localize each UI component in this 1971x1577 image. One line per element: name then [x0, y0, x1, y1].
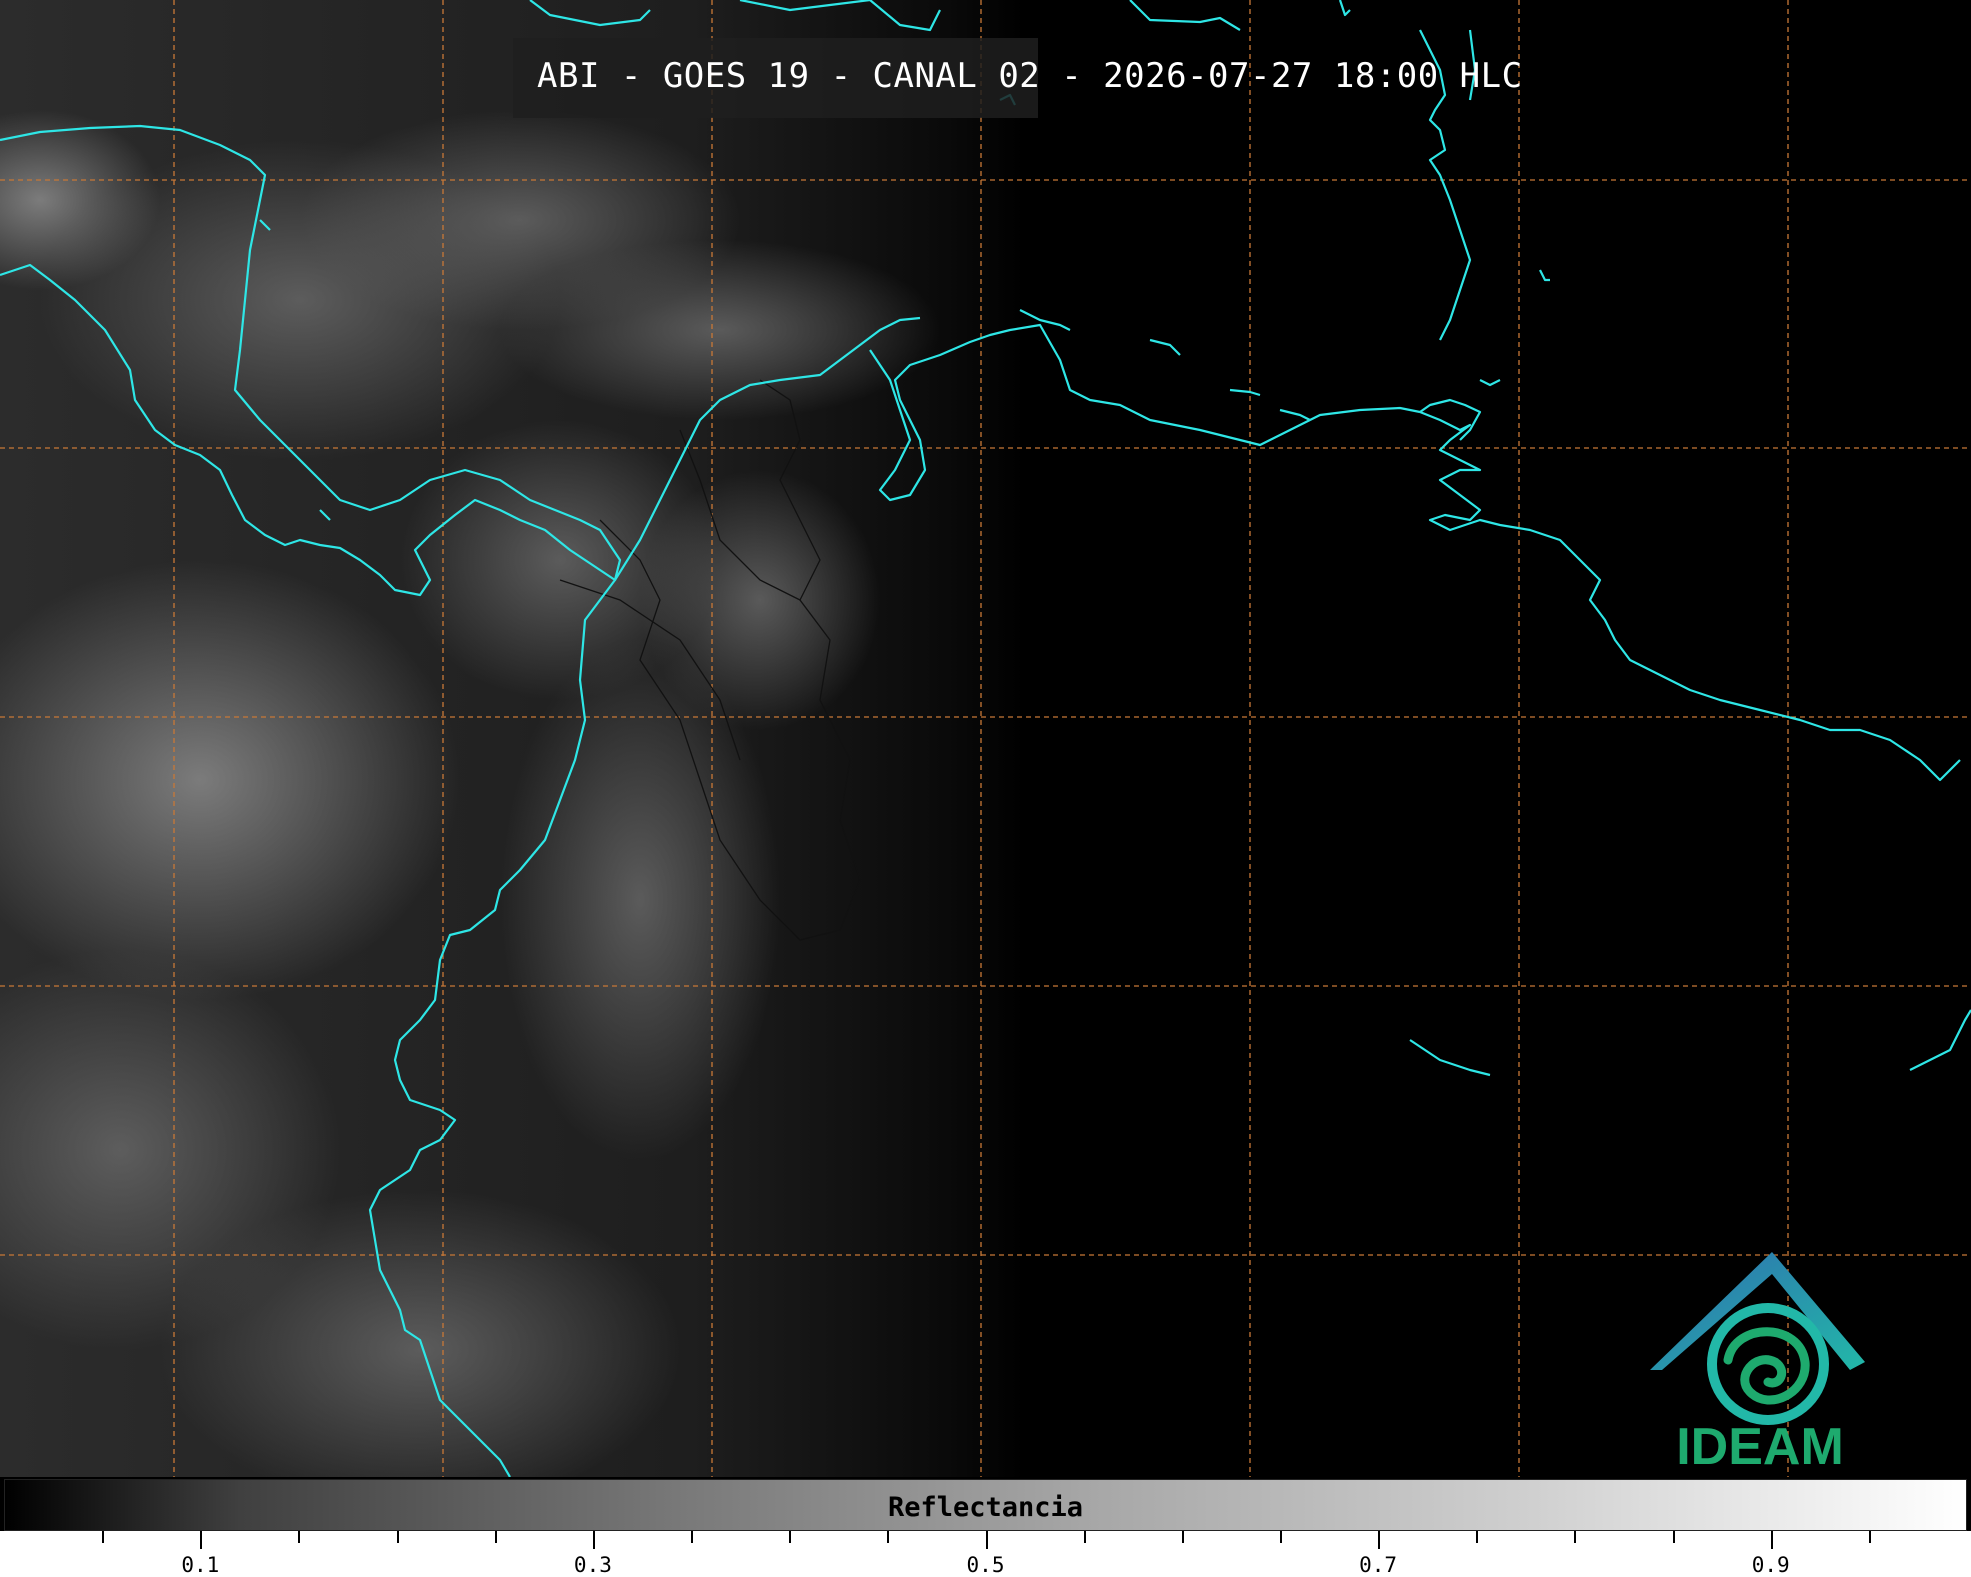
colorbar-minor-tick	[887, 1531, 890, 1543]
colorbar-major-tick	[592, 1531, 595, 1549]
colorbar-minor-tick	[298, 1531, 301, 1543]
colorbar-tick-label: 0.5	[966, 1553, 1005, 1577]
colorbar-minor-tick	[1868, 1531, 1871, 1543]
colorbar-minor-tick	[1672, 1531, 1675, 1543]
colorbar-major-tick	[1378, 1531, 1381, 1549]
colorbar-label: Reflectancia	[887, 1492, 1084, 1523]
colorbar: Reflectancia	[4, 1479, 1967, 1531]
colorbar-minor-tick	[1181, 1531, 1184, 1543]
colorbar-major-tick	[200, 1531, 203, 1549]
colorbar-tick-label: 0.7	[1359, 1553, 1398, 1577]
logo-text: IDEAM	[1676, 1418, 1844, 1474]
colorbar-tick-label: 0.9	[1751, 1553, 1790, 1577]
colorbar-axis: 0.1 0.3 0.5 0.7 0.9	[0, 1531, 1971, 1577]
colorbar-major-tick	[1770, 1531, 1773, 1549]
image-title: ABI - GOES 19 - CANAL 02 - 2026-07-27 18…	[537, 56, 1523, 96]
colorbar-minor-tick	[1476, 1531, 1479, 1543]
colorbar-minor-tick	[691, 1531, 694, 1543]
colorbar-minor-tick	[494, 1531, 497, 1543]
colorbar-minor-tick	[1574, 1531, 1577, 1543]
colorbar-minor-tick	[396, 1531, 399, 1543]
colorbar-minor-tick	[789, 1531, 792, 1543]
colorbar-minor-tick	[1083, 1531, 1086, 1543]
ideam-logo-graphic: IDEAM	[1650, 1252, 1865, 1476]
colorbar-minor-tick	[102, 1531, 105, 1543]
colorbar-tick-label: 0.3	[573, 1553, 612, 1577]
colorbar-tick-label: 0.1	[181, 1553, 220, 1577]
colorbar-major-tick	[985, 1531, 988, 1549]
colorbar-minor-tick	[1279, 1531, 1282, 1543]
ideam-logo: IDEAM	[1640, 1252, 1880, 1476]
